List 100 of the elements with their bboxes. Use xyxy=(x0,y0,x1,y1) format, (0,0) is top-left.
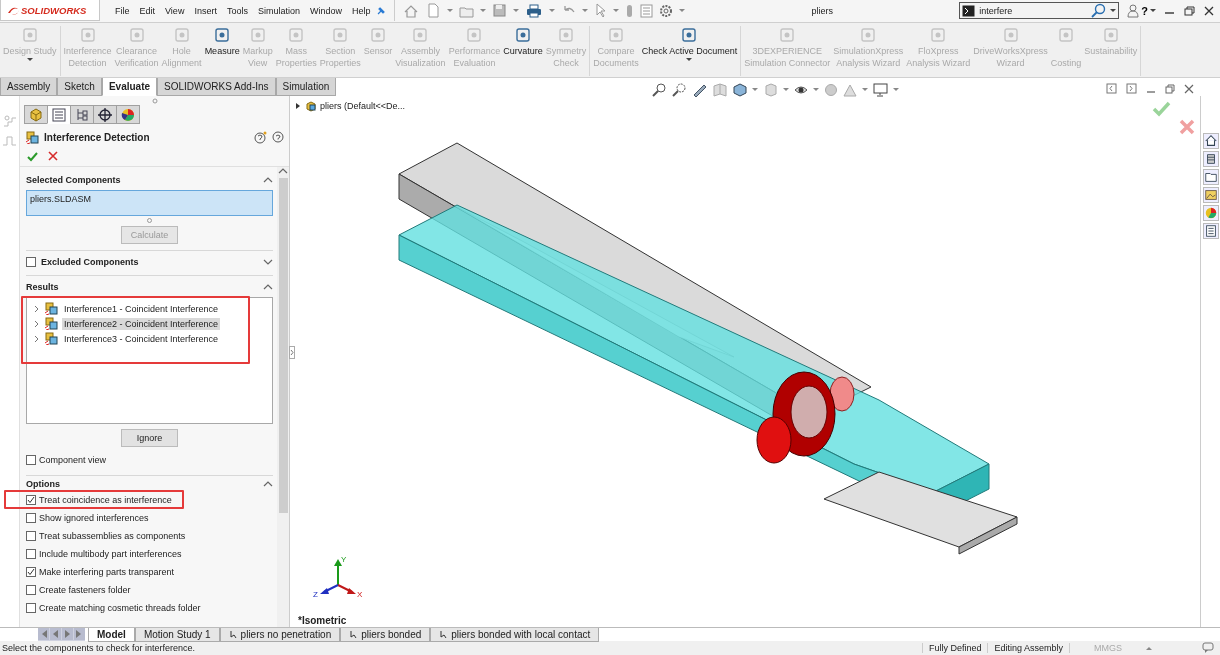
checkbox[interactable] xyxy=(26,585,36,595)
scrollbar-thumb[interactable] xyxy=(278,178,288,513)
checkbox-label: Make interfering parts transparent xyxy=(39,567,175,577)
tab-scroll-icon[interactable] xyxy=(62,628,73,640)
collapse-caret-icon[interactable] xyxy=(263,480,273,488)
pointer-icon[interactable] xyxy=(594,3,608,18)
grip-icon[interactable] xyxy=(151,97,158,104)
resize-handle-icon[interactable] xyxy=(147,217,152,223)
new-document-icon[interactable] xyxy=(425,3,442,18)
user-icon[interactable] xyxy=(1127,3,1140,18)
close-icon[interactable] xyxy=(1184,83,1194,94)
restore-icon[interactable] xyxy=(1165,83,1175,94)
tab-scroll-icon[interactable] xyxy=(50,628,61,640)
checkbox[interactable] xyxy=(26,531,36,541)
list-icon[interactable] xyxy=(1202,223,1219,239)
color-sphere-icon[interactable] xyxy=(1202,205,1219,221)
command-tab[interactable]: Simulation xyxy=(275,78,337,96)
help-button[interactable]: ? xyxy=(1139,4,1150,17)
split-left-icon[interactable] xyxy=(1106,83,1117,94)
study-tab[interactable]: pliers bonded with local contact xyxy=(430,628,600,642)
expand-triangle-icon[interactable] xyxy=(294,102,302,110)
zoom-area-icon[interactable] xyxy=(672,82,687,97)
picture-icon[interactable] xyxy=(1202,187,1219,203)
section-view-icon[interactable] xyxy=(712,82,727,97)
command-icon xyxy=(606,26,625,44)
zoom-to-fit-icon[interactable] xyxy=(652,82,667,97)
scene-icon[interactable] xyxy=(843,82,857,97)
dropdown-caret-icon[interactable] xyxy=(1110,9,1117,12)
help-icon[interactable] xyxy=(272,130,285,144)
expand-chevron-icon[interactable] xyxy=(33,304,41,313)
checkbox[interactable] xyxy=(26,549,36,559)
menu-item[interactable]: Edit xyxy=(134,5,161,16)
dropdown-caret-icon[interactable] xyxy=(1150,9,1156,12)
command-tab[interactable]: SOLIDWORKS Add-Ins xyxy=(157,78,276,96)
menu-item[interactable]: Help xyxy=(346,5,376,16)
search-icon[interactable] xyxy=(1091,3,1107,18)
cancel-x-icon[interactable] xyxy=(48,151,58,161)
confirm-check-icon[interactable] xyxy=(1152,100,1171,117)
menu-item[interactable]: View xyxy=(160,5,190,16)
restore-icon[interactable] xyxy=(1184,5,1195,16)
menu-item[interactable]: Insert xyxy=(189,5,222,16)
results-item[interactable]: Interference3 - Coincident Interference xyxy=(33,331,221,346)
study-tab[interactable]: Motion Study 1 xyxy=(134,628,220,642)
command-tab[interactable]: Assembly xyxy=(0,78,58,96)
tab-scroll-icon[interactable] xyxy=(74,628,85,640)
printer-icon[interactable] xyxy=(525,3,544,18)
home-icon[interactable] xyxy=(1202,133,1219,149)
vertical-scrollbar[interactable] xyxy=(277,167,289,627)
ok-check-icon[interactable] xyxy=(27,150,38,162)
selection-list-field[interactable]: pliers.SLDASM xyxy=(26,190,273,216)
search-field[interactable]: interfere xyxy=(959,2,1120,19)
panel-handle-icon[interactable] xyxy=(289,346,295,359)
checkbox[interactable] xyxy=(26,455,36,465)
study-tab[interactable]: pliers no penetration xyxy=(219,628,341,642)
checkbox[interactable] xyxy=(26,495,36,505)
tab-scroll-icon[interactable] xyxy=(38,628,49,640)
command-icon xyxy=(1001,26,1020,44)
menu-item[interactable]: File xyxy=(110,5,135,16)
whats-new-icon[interactable] xyxy=(254,130,267,144)
menu-item[interactable]: Window xyxy=(304,5,347,16)
monitor-icon[interactable] xyxy=(873,82,888,97)
save-icon[interactable] xyxy=(492,3,508,18)
expand-chevron-icon[interactable] xyxy=(33,334,41,343)
command-tab[interactable]: Evaluate xyxy=(101,78,158,96)
checkbox[interactable] xyxy=(26,257,36,267)
linked-nodes-icon[interactable] xyxy=(1,114,18,128)
pin-icon[interactable] xyxy=(375,5,387,16)
study-tab[interactable]: Model xyxy=(88,628,135,642)
split-right-icon[interactable] xyxy=(1126,83,1137,94)
cancel-x-icon[interactable] xyxy=(1179,119,1195,135)
results-item[interactable]: Interference1 - Coincident Interference xyxy=(33,301,221,316)
chat-bubble-icon[interactable] xyxy=(1202,642,1214,654)
ribbon-command-button[interactable]: Measure xyxy=(203,26,241,76)
menu-item[interactable]: Simulation xyxy=(252,5,305,16)
close-icon[interactable] xyxy=(1204,5,1214,16)
settings-icon[interactable] xyxy=(659,3,674,18)
collapse-caret-icon[interactable] xyxy=(263,283,273,291)
study-tab[interactable]: pliers bonded xyxy=(340,628,431,642)
expand-caret-icon[interactable] xyxy=(263,258,273,266)
capsule-icon[interactable] xyxy=(625,3,635,18)
checkbox[interactable] xyxy=(26,567,36,577)
folder-icon[interactable] xyxy=(1202,169,1219,185)
command-icon xyxy=(513,26,532,44)
checkbox[interactable] xyxy=(26,603,36,613)
ribbon-command-button[interactable]: Check Active Document xyxy=(640,26,739,76)
command-tab[interactable]: Sketch xyxy=(57,78,102,96)
menu-item[interactable]: Tools xyxy=(221,5,253,16)
library-icon[interactable] xyxy=(1202,151,1219,167)
logo-panel[interactable]: SOLIDWORKS xyxy=(0,0,100,21)
dropdown-caret-icon[interactable] xyxy=(686,58,693,61)
axis-triad-icon xyxy=(320,559,356,594)
ribbon-command-button[interactable]: Curvature xyxy=(502,26,544,76)
appearance-sphere-icon[interactable] xyxy=(824,82,838,97)
checkbox[interactable] xyxy=(26,513,36,523)
feature-tree-root[interactable]: pliers (Default<<De... xyxy=(320,101,406,111)
manager-tab[interactable] xyxy=(116,105,140,124)
expand-chevron-icon[interactable] xyxy=(33,319,41,328)
section-heading: Excluded Components xyxy=(41,257,139,267)
ignore-button[interactable]: Ignore xyxy=(121,429,178,447)
manager-tab[interactable] xyxy=(93,105,117,124)
